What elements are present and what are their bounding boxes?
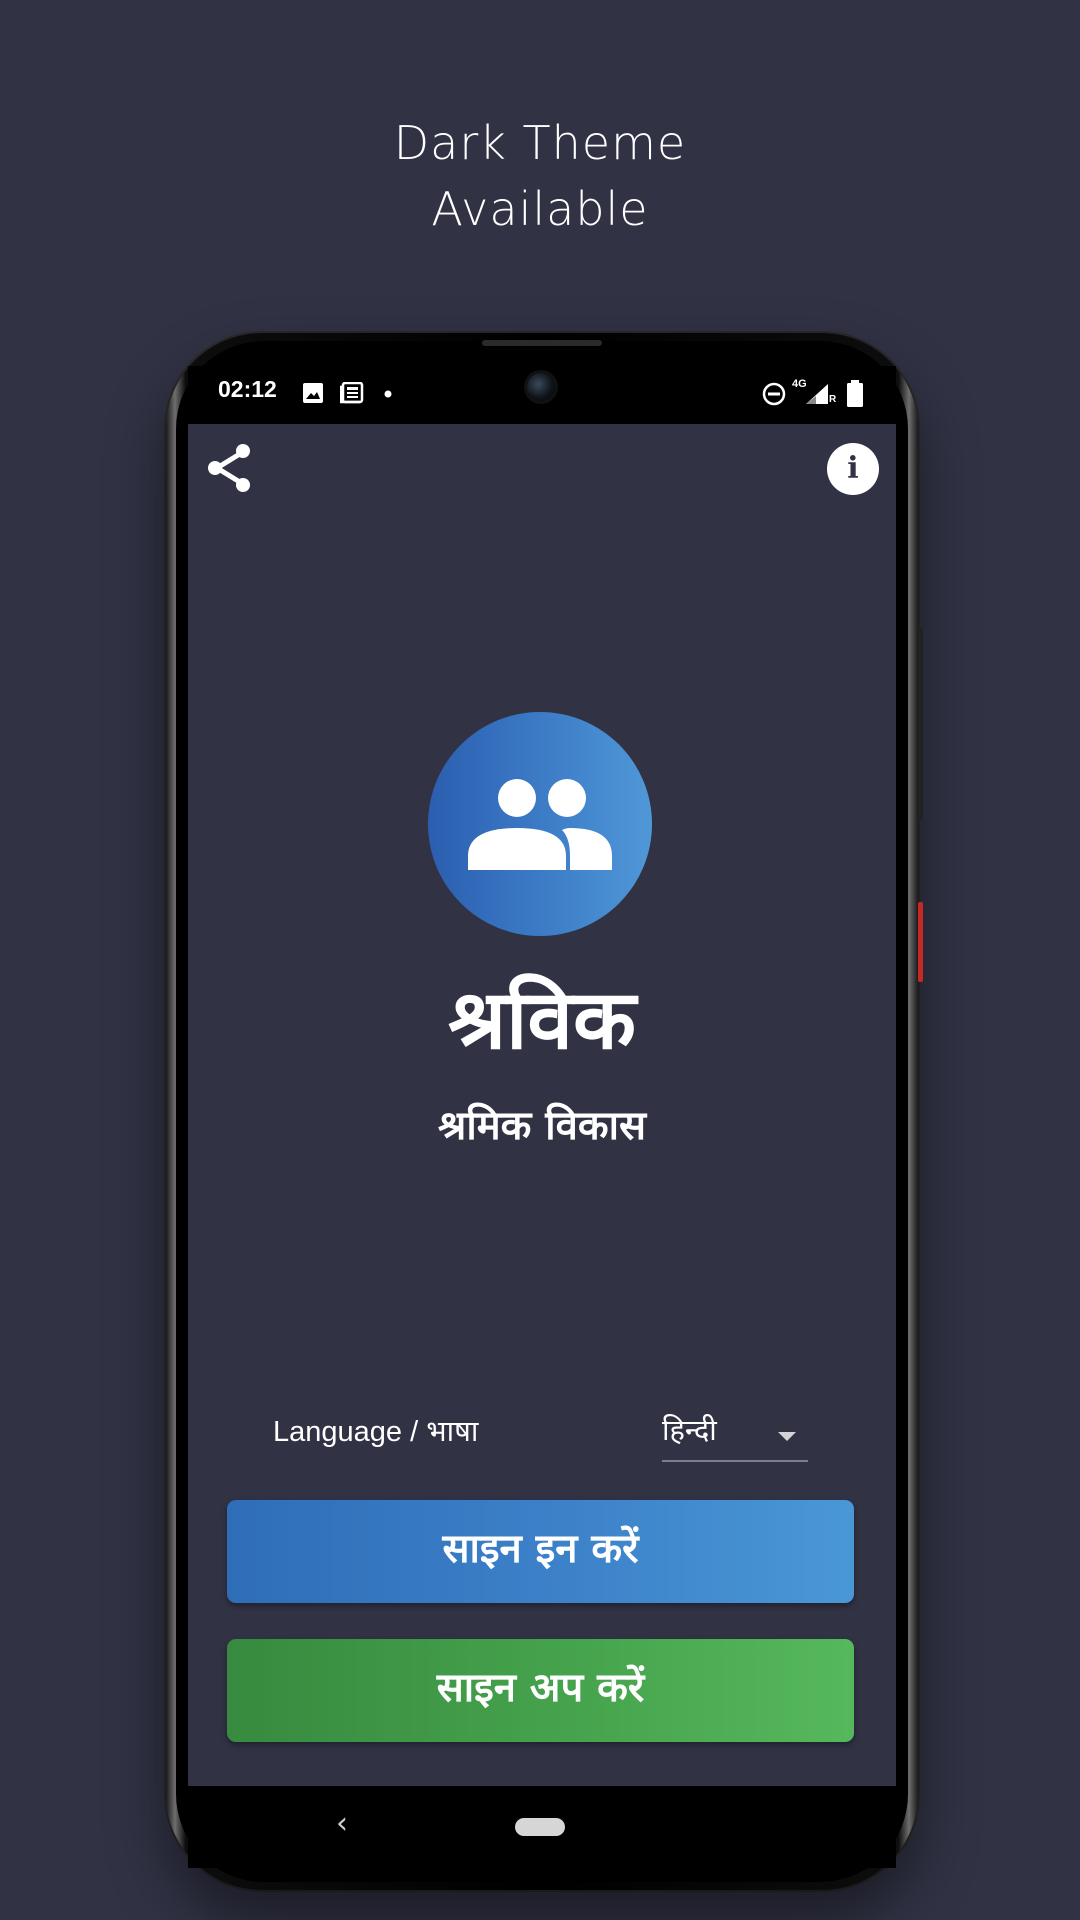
signal-icon bbox=[806, 384, 828, 404]
dnd-icon bbox=[762, 382, 786, 406]
language-selected-value: हिन्दी bbox=[662, 1413, 717, 1447]
group-people-icon bbox=[468, 779, 612, 870]
app-logo bbox=[428, 712, 652, 936]
chevron-down-icon bbox=[778, 1432, 796, 1441]
promo-heading: Dark Theme Available bbox=[0, 110, 1080, 242]
news-icon bbox=[340, 382, 364, 404]
language-label: Language / भाषा bbox=[273, 1416, 479, 1448]
app-title: श्रविक bbox=[448, 973, 636, 1068]
power-button bbox=[918, 902, 923, 982]
promo-line-1: Dark Theme bbox=[393, 116, 687, 170]
info-glyph: i bbox=[847, 451, 859, 486]
sign-in-button[interactable]: साइन इन करें bbox=[227, 1500, 854, 1603]
earpiece-speaker bbox=[482, 340, 602, 346]
image-icon bbox=[303, 383, 323, 403]
volume-button bbox=[918, 628, 923, 820]
roaming-indicator: R bbox=[829, 394, 837, 405]
info-icon[interactable]: i bbox=[827, 443, 879, 495]
navigation-bar: ‹ bbox=[188, 1786, 896, 1868]
status-time: 02:12 bbox=[218, 376, 277, 402]
app-subtitle: श्रमिक विकास bbox=[438, 1103, 646, 1149]
promo-line-2: Available bbox=[431, 182, 649, 236]
battery-icon bbox=[847, 380, 863, 407]
share-icon[interactable] bbox=[205, 442, 255, 494]
home-pill-icon[interactable] bbox=[515, 1818, 565, 1836]
dot-icon bbox=[384, 390, 392, 398]
language-dropdown[interactable]: हिन्दी bbox=[662, 1410, 808, 1462]
sign-up-button[interactable]: साइन अप करें bbox=[227, 1639, 854, 1742]
front-camera bbox=[527, 373, 555, 401]
back-icon[interactable]: ‹ bbox=[336, 1806, 348, 1841]
